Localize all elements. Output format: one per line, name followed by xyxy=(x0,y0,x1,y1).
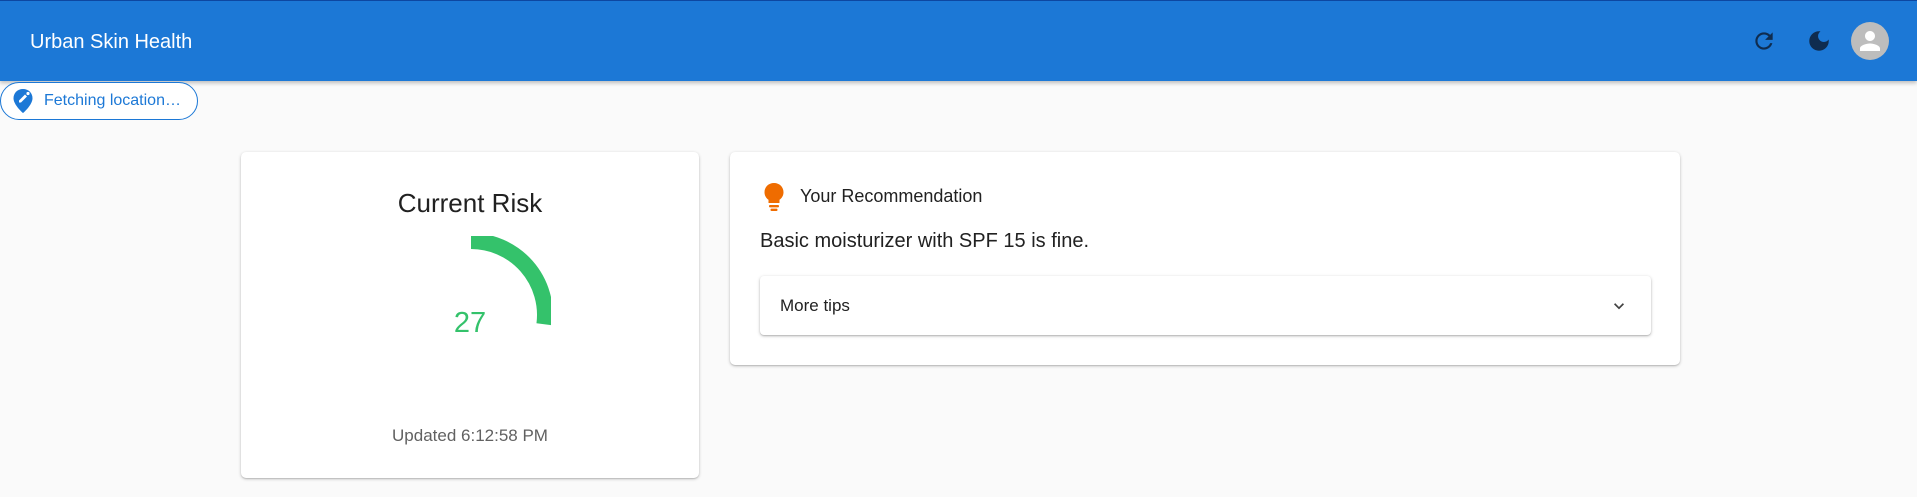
last-updated-text: Updated 6:12:58 PM xyxy=(392,426,548,445)
chevron-down-icon xyxy=(1614,303,1624,310)
refresh-button[interactable] xyxy=(1742,19,1786,63)
refresh-icon xyxy=(1755,32,1773,50)
app-bar: Urban Skin Health xyxy=(0,0,1917,81)
lightbulb-icon xyxy=(764,183,784,211)
more-tips-label: More tips xyxy=(780,296,850,315)
more-tips-accordion[interactable]: More tips xyxy=(760,276,1651,335)
account-avatar-button[interactable] xyxy=(1851,22,1889,60)
account-avatar-icon xyxy=(1860,31,1880,51)
recommendation-text: Basic moisturizer with SPF 15 is fine. xyxy=(760,230,1089,252)
current-risk-title: Current Risk xyxy=(397,188,543,218)
location-status-label: Fetching location… xyxy=(44,92,181,109)
location-status-chip[interactable]: Fetching location… xyxy=(0,82,198,120)
location-pin-icon xyxy=(12,88,34,114)
recommendation-heading: Your Recommendation xyxy=(800,186,983,206)
dark-mode-moon-icon xyxy=(1809,31,1829,51)
dark-mode-button[interactable] xyxy=(1797,19,1841,63)
app-title: Urban Skin Health xyxy=(30,31,193,53)
risk-gauge-value: 27 xyxy=(453,307,487,339)
